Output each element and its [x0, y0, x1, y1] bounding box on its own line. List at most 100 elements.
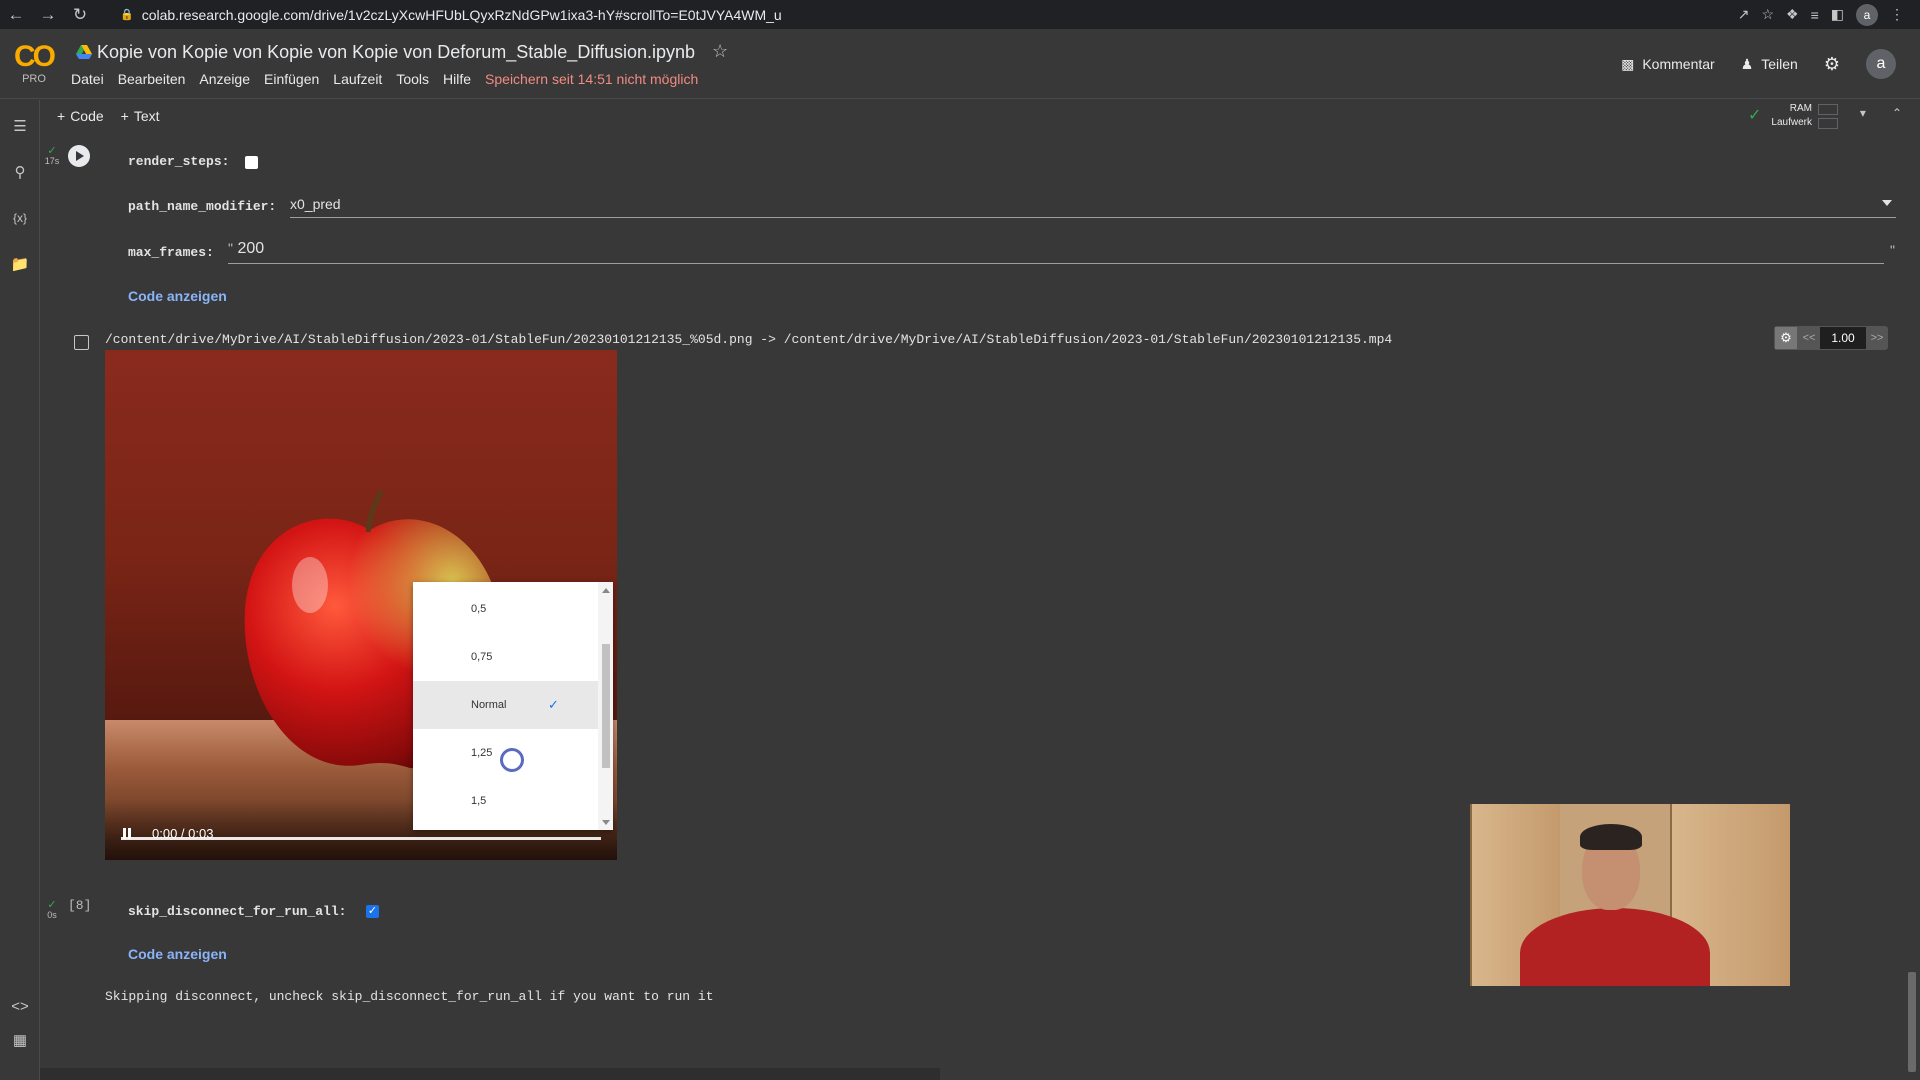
run-cell-button[interactable]: [68, 145, 90, 167]
speed-option-selected[interactable]: Normal ✓: [413, 681, 598, 729]
speed-option-label: 1,5: [471, 795, 487, 807]
ram-bar: [1818, 103, 1838, 115]
notebook-toolbar: + Code + Text ✓ RAM Laufwerk ▾ ⌃: [40, 100, 1920, 132]
colab-logo-text: CO: [14, 40, 56, 73]
variables-icon[interactable]: {x}: [8, 206, 32, 230]
bookmark-star-icon[interactable]: ☆: [1761, 6, 1774, 23]
browser-toolbar: ← → ↻ 🔒 colab.research.google.com/drive/…: [0, 0, 1920, 29]
checkmark-icon: ✓: [548, 697, 559, 712]
disk-bar: [1818, 117, 1838, 129]
left-sidebar: ☰ ⚲ {x} 📁 <> ▦: [0, 100, 40, 1080]
terminal-icon[interactable]: ▦: [8, 1028, 32, 1052]
max-frames-label: max_frames:: [128, 245, 214, 260]
path-name-modifier-select[interactable]: x0_pred: [290, 196, 1896, 218]
reading-list-icon[interactable]: ≡: [1811, 7, 1819, 23]
share-button[interactable]: ♟ Teilen: [1741, 56, 1798, 73]
notebook-title[interactable]: Kopie von Kopie von Kopie von Kopie von …: [97, 42, 695, 63]
browser-profile-avatar[interactable]: a: [1856, 3, 1878, 26]
speed-option[interactable]: 1,5: [413, 777, 598, 825]
webcam-overlay: [1470, 804, 1790, 986]
menu-einfuegen[interactable]: Einfügen: [264, 71, 319, 87]
resource-bars: [1818, 103, 1838, 129]
output-actions-icon[interactable]: [74, 335, 89, 350]
mouse-cursor-highlight: [500, 748, 524, 772]
menu-bearbeiten[interactable]: Bearbeiten: [118, 71, 186, 87]
menu-anzeige[interactable]: Anzeige: [199, 71, 250, 87]
menu-bar: Datei Bearbeiten Anzeige Einfügen Laufze…: [71, 71, 698, 87]
menu-datei[interactable]: Datei: [71, 71, 104, 87]
scroll-down-arrow-icon[interactable]: [602, 820, 610, 825]
extensions-icon[interactable]: ❖: [1786, 6, 1799, 23]
speed-option-label: 1,25: [471, 747, 493, 759]
ram-label: RAM: [1789, 103, 1812, 114]
path-name-modifier-value: x0_pred: [290, 196, 341, 212]
scroll-up-arrow-icon[interactable]: [602, 588, 610, 593]
table-of-contents-icon[interactable]: ☰: [8, 114, 32, 138]
url-text: colab.research.google.com/drive/1v2czLyX…: [141, 6, 782, 23]
user-avatar[interactable]: a: [1866, 49, 1896, 79]
speed-next-button[interactable]: >>: [1866, 332, 1888, 344]
bottom-cell-edge: [40, 1068, 940, 1080]
save-warning[interactable]: Speichern seit 14:51 nicht möglich: [485, 71, 698, 87]
collapse-chevron-up-icon[interactable]: ⌃: [1892, 106, 1902, 120]
dropdown-caret-icon: [1882, 200, 1892, 206]
exec-time: 0s: [47, 910, 57, 920]
colab-header: CO PRO Kopie von Kopie von Kopie von Kop…: [0, 29, 1920, 99]
render-steps-label: render_steps:: [128, 154, 230, 169]
add-code-label: Code: [70, 108, 104, 124]
lock-icon: 🔒: [120, 9, 134, 21]
menu-scrollbar-thumb[interactable]: [602, 644, 610, 768]
side-panel-icon[interactable]: ◧: [1831, 6, 1844, 23]
add-text-button[interactable]: + Text: [121, 108, 160, 124]
code-snippets-icon[interactable]: <>: [8, 994, 32, 1018]
star-icon[interactable]: ☆: [712, 41, 728, 62]
folder-icon[interactable]: 📁: [8, 252, 32, 276]
menu-tools[interactable]: Tools: [396, 71, 429, 87]
disk-label: Laufwerk: [1771, 117, 1812, 128]
speed-value[interactable]: 1.00: [1820, 327, 1866, 349]
share-label: Teilen: [1761, 56, 1798, 72]
cell-exec-status: ✓ 0s: [42, 899, 62, 921]
search-icon[interactable]: ⚲: [8, 160, 32, 184]
show-code-link[interactable]: Code anzeigen: [128, 288, 227, 304]
colab-pro-label: PRO: [22, 73, 46, 85]
reload-icon[interactable]: ↻: [64, 0, 96, 29]
runtime-dropdown-icon[interactable]: ▾: [1860, 106, 1866, 120]
playback-speed-menu: 0,5 0,75 Normal ✓ 1,25 1,5: [413, 582, 613, 830]
speed-settings-gear-icon[interactable]: ⚙: [1775, 327, 1797, 349]
menu-hilfe[interactable]: Hilfe: [443, 71, 471, 87]
colab-logo[interactable]: CO PRO: [14, 40, 56, 87]
success-check-icon: ✓: [47, 899, 57, 911]
video-progress-bar[interactable]: [121, 837, 601, 840]
speed-prev-button[interactable]: <<: [1798, 332, 1820, 344]
speed-option[interactable]: 0,75: [413, 633, 598, 681]
path-name-modifier-label: path_name_modifier:: [128, 199, 277, 214]
comment-icon: ▩: [1621, 55, 1635, 72]
comment-button[interactable]: ▩ Kommentar: [1621, 56, 1715, 73]
page-scrollbar-thumb[interactable]: [1908, 972, 1916, 1072]
back-icon[interactable]: ←: [0, 0, 32, 29]
share-page-icon[interactable]: ↗: [1738, 6, 1750, 23]
settings-gear-icon[interactable]: ⚙: [1824, 54, 1840, 75]
add-code-button[interactable]: + Code: [57, 108, 104, 124]
people-icon: ♟: [1740, 55, 1754, 72]
browser-actions: ↗ ☆ ❖ ≡ ◧ a ⋮: [1738, 0, 1920, 29]
resource-monitor[interactable]: ✓ RAM Laufwerk: [1748, 102, 1838, 130]
skip-disconnect-checkbox[interactable]: ✓: [366, 905, 379, 918]
render-steps-checkbox[interactable]: [245, 156, 258, 169]
speed-option-label: 0,5: [471, 603, 487, 615]
max-frames-input[interactable]: " 200: [228, 240, 1884, 264]
comment-label: Kommentar: [1642, 56, 1715, 72]
plus-icon: +: [120, 108, 129, 124]
browser-menu-icon[interactable]: ⋮: [1890, 6, 1904, 23]
speed-option-label: 0,75: [471, 651, 493, 663]
toolbar-right: ▾ ⌃: [1860, 106, 1902, 120]
speed-option[interactable]: 0,5: [413, 585, 598, 633]
menu-laufzeit[interactable]: Laufzeit: [333, 71, 382, 87]
show-code-link[interactable]: Code anzeigen: [128, 946, 227, 962]
skip-disconnect-label: skip_disconnect_for_run_all:: [128, 904, 347, 919]
address-bar[interactable]: 🔒 colab.research.google.com/drive/1v2czL…: [112, 3, 1712, 26]
webcam-person-hair: [1580, 824, 1642, 850]
close-quote-icon: ": [1890, 242, 1895, 258]
forward-icon[interactable]: →: [32, 0, 64, 29]
